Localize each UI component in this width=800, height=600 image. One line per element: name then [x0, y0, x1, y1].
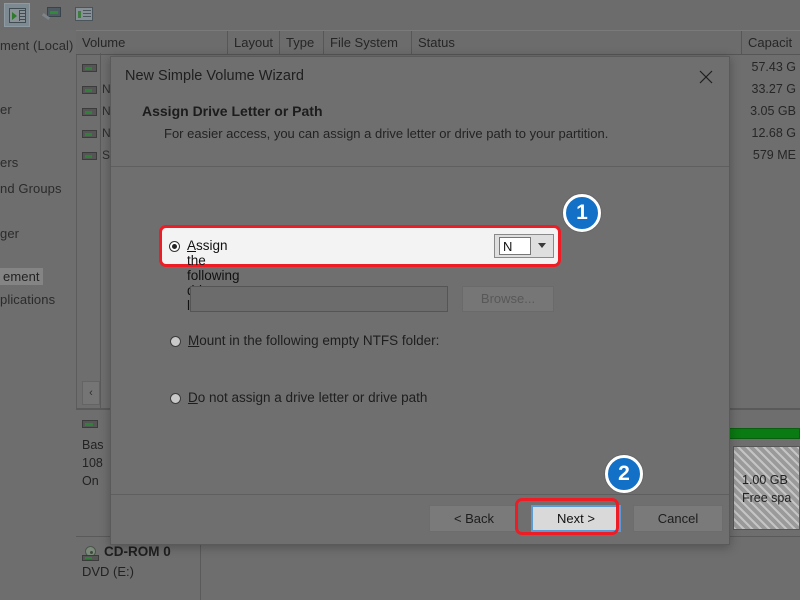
back-button[interactable]: < Back: [429, 505, 519, 532]
tree-item-services-and-applications[interactable]: plications: [0, 292, 55, 307]
console-tree-toggle-button[interactable]: [4, 3, 30, 27]
dialog-body: Mount in the following empty NTFS folder…: [111, 167, 729, 497]
tree-item-local-users-and-groups[interactable]: nd Groups: [0, 181, 62, 196]
radio-do-not-assign[interactable]: [170, 393, 181, 404]
dialog-header: Assign Drive Letter or Path For easier a…: [111, 97, 729, 167]
volume-icon: [82, 130, 97, 138]
disk-icon: [82, 420, 98, 428]
option-mount-label: ount in the following empty NTFS folder:: [199, 333, 440, 348]
cdrom-column-divider: [200, 542, 201, 600]
tree-item-disk-management[interactable]: ement: [0, 268, 43, 285]
horizontal-scroll-left-button[interactable]: ‹: [82, 381, 100, 405]
column-header-layout[interactable]: Layout: [228, 31, 280, 54]
callout-badge-1: 1: [563, 194, 601, 232]
highlight-box-next-button: [515, 498, 619, 535]
column-header-type[interactable]: Type: [280, 31, 324, 54]
volume-icon: [82, 152, 97, 160]
action-pane-button[interactable]: [72, 3, 98, 27]
column-header-file-system[interactable]: File System: [324, 31, 412, 54]
cd-rom-icon: [82, 546, 100, 562]
cdrom-title: CD-ROM 0: [104, 544, 171, 559]
mmc-toolbar: [0, 0, 800, 31]
dialog-title: New Simple Volume Wizard: [125, 68, 304, 84]
cell-capacity: 33.27 G: [751, 82, 796, 96]
tree-item-computer-management[interactable]: ment (Local): [0, 38, 73, 53]
partition-block-free[interactable]: 1.00 GB Free spa: [733, 446, 800, 530]
volume-name: S: [102, 148, 111, 162]
tree-item-task-scheduler[interactable]: er: [0, 102, 12, 117]
callout-badge-2: 2: [605, 455, 643, 493]
cdrom-subtitle: DVD (E:): [82, 564, 134, 579]
cdrom-block[interactable]: CD-ROM 0 DVD (E:): [76, 542, 200, 600]
option-mount-accelerator: M: [188, 333, 200, 348]
radio-assign-drive-letter[interactable]: [169, 241, 180, 252]
column-header-volume[interactable]: Volume: [76, 31, 228, 54]
column-header-capacity[interactable]: Capacit: [742, 31, 800, 54]
radio-mount-in-folder[interactable]: [170, 336, 181, 347]
play-arrow-icon: [12, 12, 17, 20]
page-title: Assign Drive Letter or Path: [142, 103, 323, 119]
drive-letter-dropdown[interactable]: N: [494, 234, 554, 258]
option-no-assign-accelerator: D: [188, 390, 198, 405]
drive-letter-value: N: [499, 237, 531, 255]
volume-icon: [82, 108, 97, 116]
partition-status: Free spa: [742, 491, 792, 505]
volume-icon: [82, 64, 97, 72]
partition-size: 1.00 GB: [742, 473, 788, 487]
option-assign-accelerator: A: [187, 238, 197, 253]
cell-capacity: 579 ME: [752, 148, 796, 162]
console-tree-icon: [9, 8, 26, 23]
cell-capacity: 12.68 G: [751, 126, 796, 140]
cell-capacity: 57.43 G: [751, 60, 796, 74]
console-tree-pane: ment (Local) er ers nd Groups ger ement …: [0, 30, 77, 600]
dialog-titlebar[interactable]: New Simple Volume Wizard: [111, 57, 729, 97]
partition-bar-free[interactable]: [729, 428, 800, 439]
action-pane-icon: [75, 7, 93, 21]
cancel-button[interactable]: Cancel: [633, 505, 723, 532]
close-icon: [699, 70, 713, 84]
close-button[interactable]: [683, 57, 729, 97]
help-search-button[interactable]: [40, 3, 66, 27]
page-subtitle: For easier access, you can assign a driv…: [164, 126, 609, 141]
tree-item-shared-folders[interactable]: ers: [0, 155, 18, 170]
chevron-down-icon: [538, 243, 546, 248]
column-header-status[interactable]: Status: [412, 31, 742, 54]
dialog-footer: < Back Next > Cancel: [111, 494, 729, 544]
volume-list-header: Volume Layout Type File System Status Ca…: [76, 30, 800, 55]
magnifier-icon: [41, 7, 62, 21]
browse-button[interactable]: Browse...: [462, 286, 554, 312]
screen: ment (Local) er ers nd Groups ger ement …: [0, 0, 800, 600]
tree-item-device-manager[interactable]: ger: [0, 226, 19, 241]
mount-path-input[interactable]: [190, 286, 448, 312]
option-no-assign-label: o not assign a drive letter or drive pat…: [197, 390, 428, 405]
cell-capacity: 3.05 GB: [750, 104, 796, 118]
volume-icon: [82, 86, 97, 94]
